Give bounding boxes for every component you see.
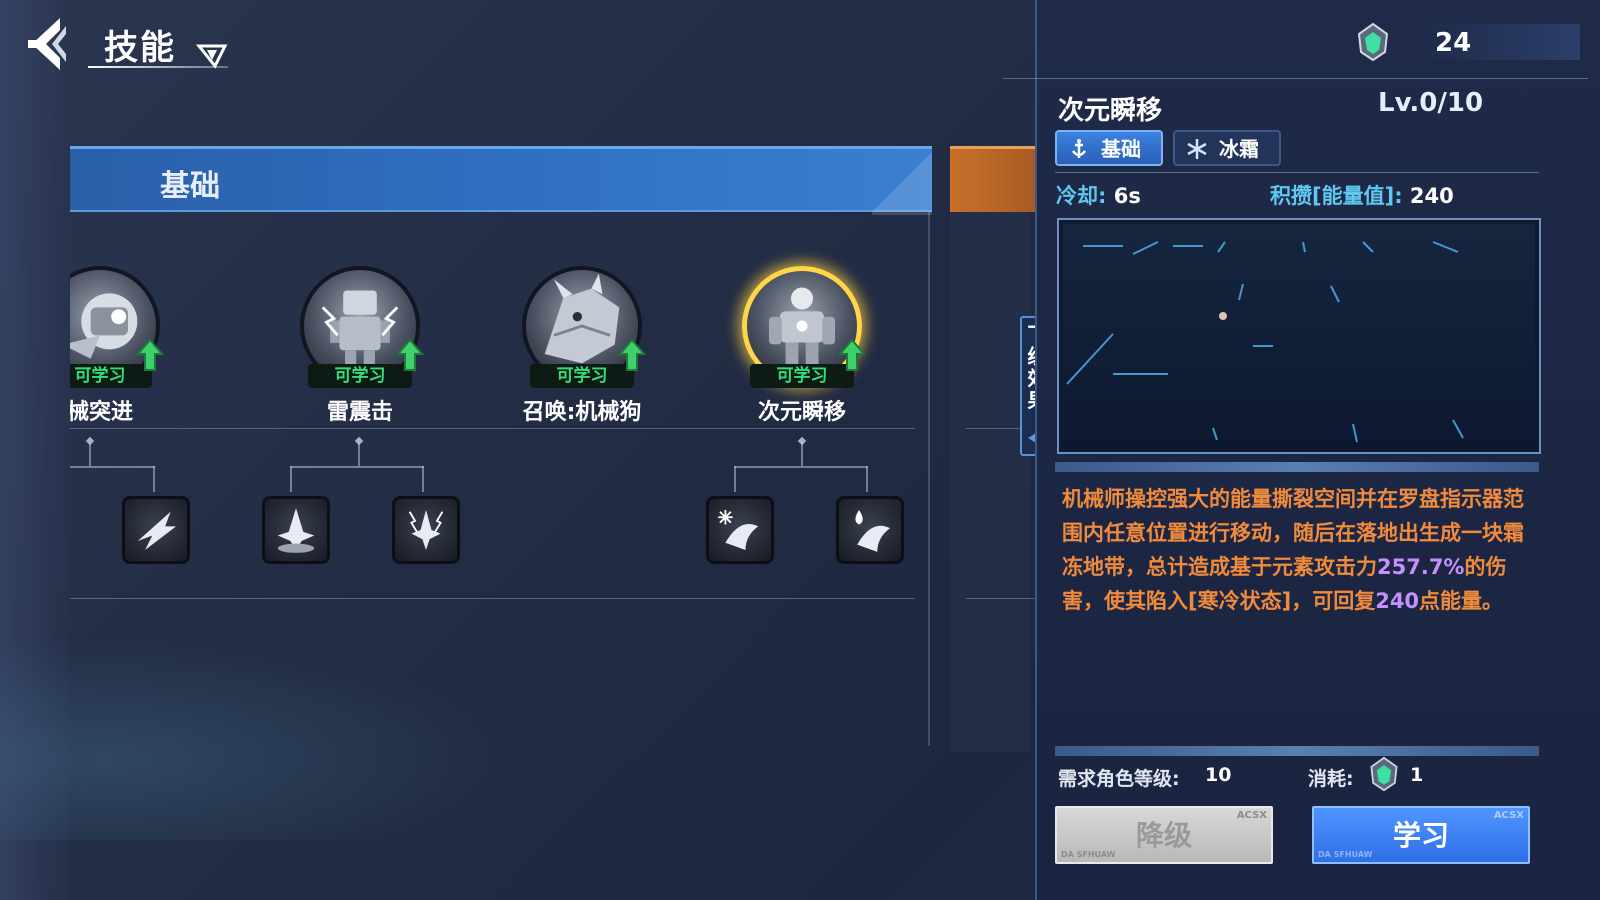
title-emblem-icon xyxy=(195,44,228,69)
skill-node-thunder-strike[interactable]: 可学习 雷震击 xyxy=(290,266,430,426)
damage-percent: 257.7% xyxy=(1377,555,1465,579)
skill-node-summon-mech-dog[interactable]: 可学习 召唤:机械狗 xyxy=(512,266,652,426)
learn-button[interactable]: 学习 ACSX DA SFHUAW xyxy=(1312,806,1530,864)
description-part-5: 点能量。 xyxy=(1419,589,1504,613)
cost-label: 消耗: xyxy=(1308,768,1354,790)
sub-skill-ground-burst[interactable] xyxy=(262,496,330,564)
sub-skill-thunder-burst[interactable] xyxy=(392,496,460,564)
button-tag-secondary: DA SFHUAW xyxy=(1061,850,1116,859)
detail-skill-level: Lv.0/10 xyxy=(1378,88,1484,118)
energy-value: 240 xyxy=(1409,184,1454,208)
cooldown-value: 6s xyxy=(1113,184,1141,208)
connector-line xyxy=(70,466,155,468)
upgrade-arrow-icon xyxy=(396,338,424,371)
tree-divider xyxy=(70,598,915,599)
tag-basic-label: 基础 xyxy=(1101,137,1141,161)
side-column xyxy=(950,212,1030,752)
energy-crystal-icon xyxy=(1357,22,1389,62)
tree-divider xyxy=(70,428,915,429)
category-tab-orange[interactable] xyxy=(950,146,1042,212)
skill-name: 次元瞬移 xyxy=(757,400,846,425)
category-header: 基础 xyxy=(70,146,932,215)
connector-line xyxy=(290,466,292,492)
connector-line xyxy=(358,442,360,466)
skill-node-mech-dash[interactable]: 可学习 械突进 xyxy=(70,266,170,426)
tree-edge-line xyxy=(928,212,930,746)
downgrade-label: 降级 xyxy=(1135,819,1192,852)
energy-label: 积攒[能量值]: xyxy=(1270,184,1403,208)
dash-lightning-icon xyxy=(137,511,177,551)
tag-basic[interactable]: 基础 xyxy=(1055,130,1163,166)
frost-dash-icon xyxy=(718,509,759,551)
upgrade-arrow-icon xyxy=(136,338,164,371)
ground-burst-icon xyxy=(277,508,315,553)
category-label: 基础 xyxy=(160,169,220,204)
cost-value: 1 xyxy=(1410,764,1424,786)
detail-skill-name: 次元瞬移 xyxy=(1058,96,1163,126)
connector-line xyxy=(422,466,424,492)
skill-node-clip: 可学习 械突进 xyxy=(70,266,180,436)
skill-name: 械突进 xyxy=(70,400,133,425)
bottom-divider-bar xyxy=(1055,746,1539,756)
connector-line xyxy=(734,466,868,468)
button-tag: ACSX xyxy=(1236,810,1267,821)
panel-top-divider xyxy=(1003,78,1588,79)
back-button[interactable] xyxy=(22,14,72,74)
preview-light-streaks xyxy=(1066,241,1464,443)
requirement-value: 10 xyxy=(1205,764,1232,786)
page-title: 技能 xyxy=(104,28,176,68)
tag-frost[interactable]: 冰霜 xyxy=(1173,130,1281,166)
skill-name: 雷震击 xyxy=(326,400,393,425)
connector-line xyxy=(801,442,803,466)
tag-frost-label: 冰霜 xyxy=(1219,137,1259,161)
sub-skill-dash-lightning[interactable] xyxy=(122,496,190,564)
button-tag-secondary: DA SFHUAW xyxy=(1318,850,1373,859)
back-arrow-icon xyxy=(28,18,66,70)
connector-line xyxy=(153,466,155,492)
upgrade-arrow-icon xyxy=(618,338,646,371)
side-divider xyxy=(966,598,1040,599)
energy-restore: 240 xyxy=(1375,589,1420,613)
cooldown-label: 冷却: xyxy=(1056,184,1107,208)
downgrade-button[interactable]: 降级 ACSX DA SFHUAW xyxy=(1055,806,1273,864)
sub-skill-water-dash[interactable] xyxy=(836,496,904,564)
preview-scene xyxy=(1063,224,1535,448)
sub-skill-frost-dash[interactable] xyxy=(706,496,774,564)
tag-divider xyxy=(1055,172,1539,173)
cooldown-stat: 冷却: 6s xyxy=(1056,180,1141,210)
currency-value: 24 xyxy=(1435,28,1472,58)
requirement-label: 需求角色等级: xyxy=(1058,768,1180,790)
header-deco xyxy=(872,149,932,215)
connector-line xyxy=(734,466,736,492)
skill-description: 机械师操控强大的能量撕裂空间并在罗盘指示器范围内任意位置进行移动，随后在落地出生… xyxy=(1062,482,1532,618)
learn-label: 学习 xyxy=(1392,819,1449,852)
skill-name: 召唤:机械狗 xyxy=(522,400,642,425)
connector-line xyxy=(290,466,424,468)
snowflake-icon xyxy=(1187,139,1207,159)
preview-bar xyxy=(1055,462,1539,472)
button-tag: ACSX xyxy=(1493,810,1524,821)
skill-node-dimension-teleport[interactable]: 可学习 次元瞬移 xyxy=(732,266,872,426)
energy-stat: 积攒[能量值]: 240 xyxy=(1270,180,1454,210)
connector-line xyxy=(866,466,868,492)
water-dash-icon xyxy=(855,509,891,552)
upgrade-arrow-icon xyxy=(838,338,866,371)
thunder-burst-icon xyxy=(408,509,444,551)
energy-crystal-icon xyxy=(1370,756,1398,792)
anchor-icon xyxy=(1072,139,1086,158)
skill-preview-video[interactable] xyxy=(1057,218,1541,454)
connector-line xyxy=(89,442,91,466)
